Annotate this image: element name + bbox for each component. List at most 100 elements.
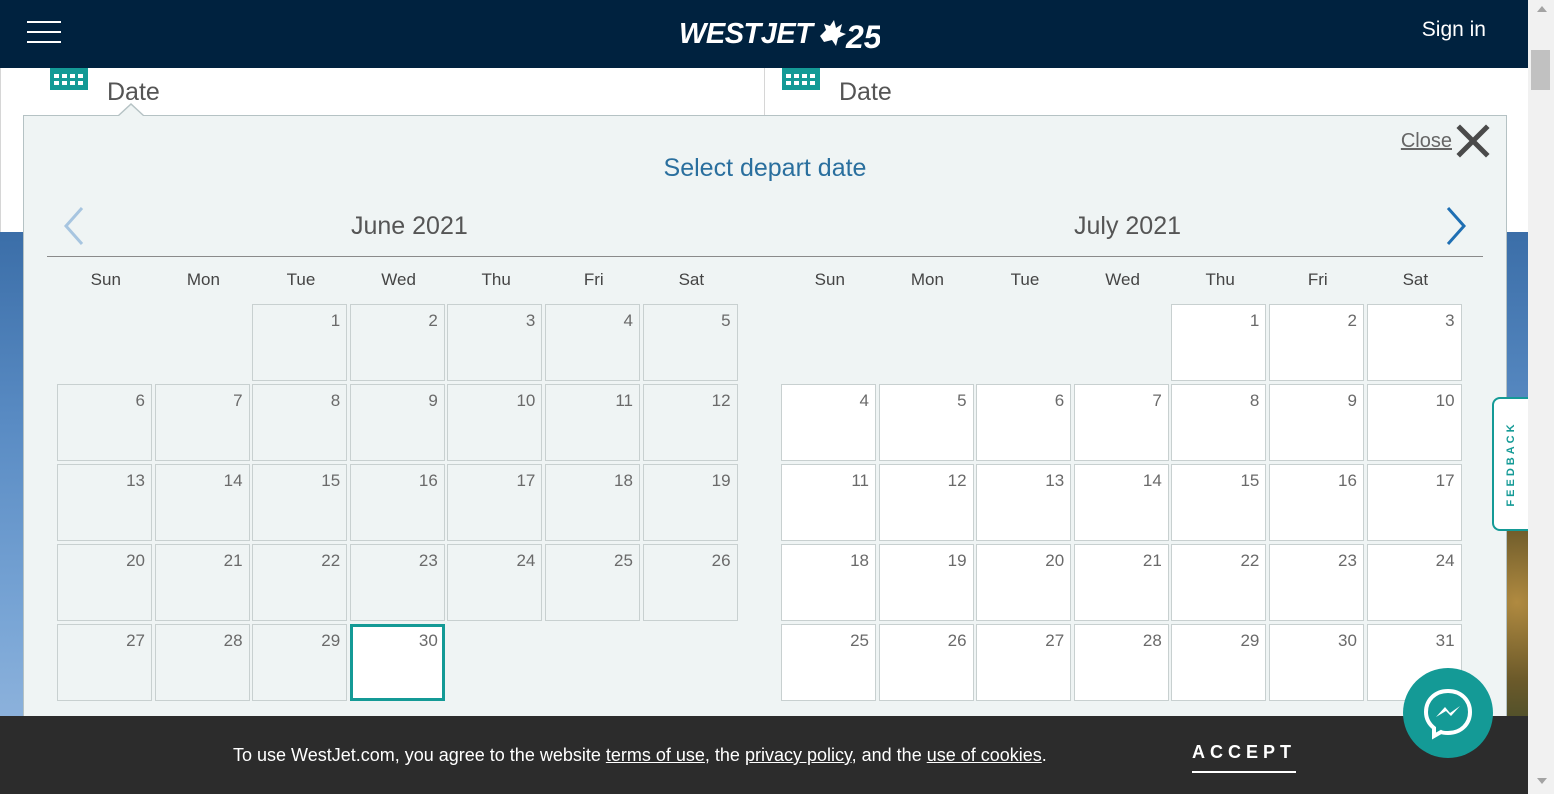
day-cell[interactable]: 14	[1073, 464, 1169, 541]
day-cell[interactable]: 23	[1268, 544, 1364, 621]
picker-caret-fill	[119, 105, 143, 116]
day-number: 6	[1054, 391, 1065, 410]
return-date-label: Date	[839, 78, 892, 106]
day-number: 2	[428, 311, 438, 330]
day-cell: 20	[57, 544, 152, 621]
day-number: 11	[615, 391, 633, 410]
day-cell[interactable]: 27	[976, 624, 1072, 701]
page-scrollbar[interactable]	[1528, 0, 1554, 794]
scroll-up-arrow-icon[interactable]	[1537, 6, 1547, 12]
day-cell[interactable]: 1	[1171, 304, 1267, 381]
terms-of-use-link[interactable]: terms of use	[606, 745, 705, 765]
day-cell[interactable]: 24	[1366, 544, 1462, 621]
cookie-text-mid2: , and the	[851, 745, 927, 765]
hamburger-menu-icon[interactable]	[27, 21, 61, 43]
week-row: 1 2 3 4 5	[57, 304, 740, 384]
week-row: 20 21 22 23 24 25 26	[57, 544, 740, 624]
day-cell[interactable]: 12	[878, 464, 974, 541]
picker-title: Select depart date	[663, 154, 867, 182]
selected-day-cell[interactable]: 30	[349, 624, 445, 701]
use-of-cookies-link[interactable]: use of cookies	[927, 745, 1042, 765]
week-row: 4 5 6 7 8 9 10	[781, 384, 1464, 464]
day-cell[interactable]: 11	[781, 464, 876, 541]
day-cell[interactable]: 5	[878, 384, 974, 461]
day-cell[interactable]: 2	[1268, 304, 1364, 381]
day-cell[interactable]: 30	[1268, 624, 1364, 701]
day-cell[interactable]: 25	[781, 624, 876, 701]
weekday-label: Sun	[90, 270, 121, 289]
close-icon[interactable]	[1456, 124, 1490, 158]
day-number: 1	[330, 311, 341, 330]
day-cell: 7	[154, 384, 250, 461]
day-number: 28	[1142, 631, 1162, 650]
empty-day-cell	[879, 304, 974, 381]
westjet-logo[interactable]: WESTJET 25	[679, 14, 880, 54]
close-button[interactable]: Close	[1401, 124, 1490, 158]
day-cell[interactable]: 9	[1268, 384, 1364, 461]
messenger-chat-button[interactable]	[1403, 668, 1493, 758]
day-cell[interactable]: 7	[1073, 384, 1169, 461]
day-number: 5	[721, 311, 731, 330]
day-cell: 13	[57, 464, 152, 541]
day-cell[interactable]: 22	[1171, 544, 1267, 621]
day-number: 21	[1142, 551, 1162, 570]
day-cell[interactable]: 4	[781, 384, 876, 461]
week-row: 25 26 27 28 29 30 31	[781, 624, 1464, 704]
day-cell[interactable]: 6	[976, 384, 1072, 461]
top-navigation: WESTJET 25 Sign in	[0, 0, 1528, 68]
field-divider	[764, 68, 765, 116]
day-cell: 15	[252, 464, 348, 541]
day-cell[interactable]: 3	[1366, 304, 1462, 381]
weekday-label: Sat	[678, 270, 705, 289]
weekday-label: Sun	[814, 270, 845, 289]
cookie-banner: To use WestJet.com, you agree to the web…	[0, 716, 1528, 794]
day-cell: 12	[642, 384, 738, 461]
weekday-label: Tue	[286, 270, 316, 289]
empty-day-cell	[643, 624, 738, 701]
day-cell[interactable]: 19	[878, 544, 974, 621]
day-cell[interactable]: 13	[976, 464, 1072, 541]
weekday-label: Sat	[1402, 270, 1429, 289]
day-cell[interactable]: 10	[1366, 384, 1462, 461]
day-number: 10	[1435, 391, 1455, 410]
day-number: 10	[516, 391, 536, 410]
day-cell: 18	[544, 464, 640, 541]
previous-month-chevron-icon[interactable]	[62, 206, 86, 246]
scroll-down-arrow-icon[interactable]	[1537, 778, 1547, 784]
day-cell[interactable]: 15	[1171, 464, 1267, 541]
header-rule	[47, 256, 1483, 257]
day-cell[interactable]: 8	[1171, 384, 1267, 461]
month-title-july: July 2021	[1074, 212, 1182, 240]
day-cell[interactable]: 26	[878, 624, 974, 701]
sign-in-link[interactable]: Sign in	[1422, 18, 1486, 42]
day-cell[interactable]: 16	[1268, 464, 1364, 541]
day-cell: 24	[447, 544, 543, 621]
day-cell[interactable]: 29	[1171, 624, 1267, 701]
accept-cookies-button[interactable]: ACCEPT	[1192, 742, 1297, 773]
next-month-chevron-icon[interactable]	[1444, 206, 1468, 246]
scroll-thumb[interactable]	[1531, 50, 1550, 90]
feedback-tab[interactable]: FEEDBACK	[1492, 397, 1528, 531]
weekday-label: Wed	[381, 270, 416, 289]
day-number: 17	[516, 471, 536, 490]
day-number: 11	[851, 471, 869, 490]
day-cell: 22	[252, 544, 348, 621]
day-cell[interactable]: 20	[976, 544, 1072, 621]
day-cell[interactable]: 28	[1073, 624, 1169, 701]
logo-anniversary-number: 25	[845, 19, 880, 52]
month-grid-june: Sun Mon Tue Wed Thu Fri Sat 1 2 3 4 5 6 7 8 9 10 11 12 13 14…	[57, 270, 740, 704]
weekday-label: Fri	[583, 270, 604, 289]
day-cell[interactable]: 17	[1366, 464, 1462, 541]
day-cell: 10	[447, 384, 543, 461]
week-row: 13 14 15 16 17 18 19	[57, 464, 740, 544]
return-date-field[interactable]: Date	[782, 68, 892, 118]
close-label[interactable]: Close	[1401, 130, 1452, 153]
weekday-label: Wed	[1105, 270, 1140, 289]
day-number: 19	[947, 551, 967, 570]
day-cell[interactable]: 21	[1073, 544, 1169, 621]
privacy-policy-link[interactable]: privacy policy	[745, 745, 852, 765]
day-number: 4	[859, 391, 869, 410]
day-number: 21	[223, 551, 243, 570]
day-number: 7	[1152, 391, 1162, 410]
day-cell[interactable]: 18	[781, 544, 876, 621]
